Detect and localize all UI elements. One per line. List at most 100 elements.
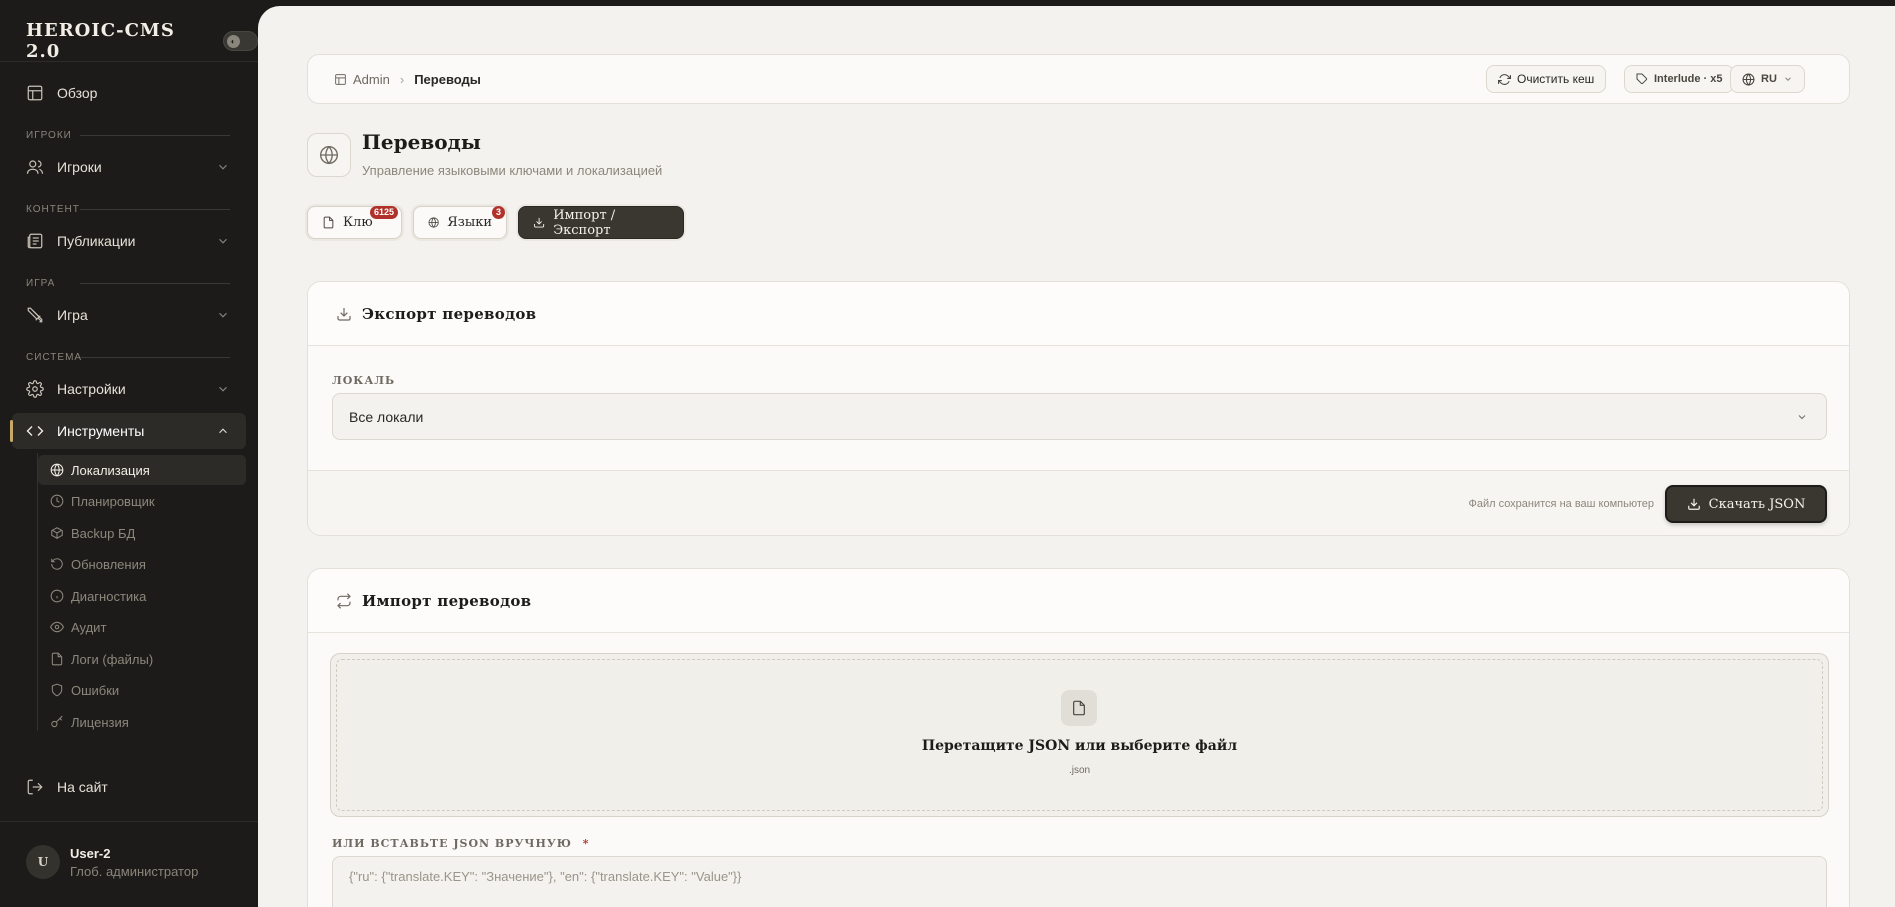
sidebar-subitem-label: Планировщик <box>71 493 155 509</box>
import-card-title: Импорт переводов <box>362 591 532 610</box>
sidebar-item-publications[interactable]: Публикации <box>12 223 246 259</box>
gear-icon <box>25 379 45 399</box>
clear-cache-label: Очистить кеш <box>1517 72 1595 86</box>
chevron-down-icon <box>219 386 227 392</box>
paste-json-label-text: ИЛИ ВСТАВЬТЕ JSON ВРУЧНУЮ <box>332 837 572 850</box>
server-selector[interactable]: Interlude · x5 <box>1624 65 1735 93</box>
chevron-right-icon: › <box>399 72 405 87</box>
sidebar-item-label: Игроки <box>57 159 102 175</box>
dashboard-icon <box>335 74 346 85</box>
theme-toggle-knob: ◐ <box>226 35 240 48</box>
shield-icon <box>50 683 64 697</box>
chevron-up-icon <box>219 428 227 434</box>
page-icon <box>307 133 351 177</box>
breadcrumb-current: Переводы <box>414 72 481 87</box>
tab-import-export[interactable]: Импорт / Экспорт <box>518 206 684 239</box>
locale-select[interactable]: Все локали <box>332 393 1827 440</box>
export-card: Экспорт переводов ЛОКАЛЬ Все локали Файл… <box>307 281 1850 536</box>
file-icon <box>1061 690 1097 726</box>
file-dropzone[interactable]: Перетащите JSON или выберите файл .json <box>330 653 1829 817</box>
globe-icon <box>1742 73 1755 86</box>
globe-icon <box>428 217 439 228</box>
sidebar-item-players[interactable]: Игроки <box>12 149 246 185</box>
chevron-down-icon <box>219 312 227 318</box>
dropzone-inner: Перетащите JSON или выберите файл .json <box>336 659 1823 811</box>
export-card-header: Экспорт переводов <box>308 282 1849 346</box>
server-label: Interlude · x5 <box>1654 73 1723 85</box>
key-icon <box>50 715 64 729</box>
sidebar-subitem-backup[interactable]: Backup БД <box>38 518 246 548</box>
sidebar: HEROIC-CMS 2.0 ◐ Обзор ИГРОКИ Игроки КОН… <box>0 0 258 907</box>
topbar: Admin › Переводы Очистить кеш Interlude … <box>307 54 1850 104</box>
json-textarea[interactable]: {"ru": {"translate.KEY": "Значение"}, "e… <box>332 856 1827 907</box>
file-icon <box>323 216 334 229</box>
user-name: User-2 <box>70 845 111 861</box>
page-subtitle: Управление языковыми ключами и локализац… <box>362 163 663 178</box>
breadcrumb-admin[interactable]: Admin <box>353 72 390 87</box>
site-link[interactable]: На сайт <box>12 769 246 805</box>
sidebar-subitem-localization[interactable]: Локализация <box>38 455 246 485</box>
language-label: RU <box>1761 73 1777 85</box>
chevron-down-icon <box>219 164 227 170</box>
globe-icon <box>50 463 64 477</box>
sidebar-item-label: Обзор <box>57 85 98 101</box>
sidebar-subitem-label: Лицензия <box>71 714 129 730</box>
sidebar-subitem-errors[interactable]: Ошибки <box>38 675 246 705</box>
logout-icon <box>25 777 45 797</box>
sidebar-divider <box>0 61 258 62</box>
sidebar-subitem-diagnostics[interactable]: Диагностика <box>38 581 246 611</box>
sidebar-subitem-scheduler[interactable]: Планировщик <box>38 486 246 516</box>
paste-json-label: ИЛИ ВСТАВЬТЕ JSON ВРУЧНУЮ * <box>332 837 590 850</box>
download-icon <box>337 307 351 321</box>
user-role: Глоб. администратор <box>70 863 199 879</box>
sidebar-subitem-label: Локализация <box>71 462 150 478</box>
tab-label: Импорт / Экспорт <box>553 207 616 238</box>
tab-label: Клю <box>343 215 373 230</box>
theme-toggle[interactable]: ◐ <box>222 31 258 51</box>
chevron-down-icon <box>1785 77 1791 81</box>
file-icon <box>50 652 64 666</box>
clear-cache-button[interactable]: Очистить кеш <box>1486 65 1607 93</box>
page-title: Переводы <box>362 130 481 154</box>
language-selector[interactable]: RU <box>1730 65 1805 93</box>
chevron-down-icon <box>1798 415 1806 420</box>
count-badge: 6125 <box>370 206 399 219</box>
export-card-title: Экспорт переводов <box>362 304 537 323</box>
refresh-icon <box>50 557 64 571</box>
newspaper-icon <box>25 231 45 251</box>
sidebar-subitem-logs[interactable]: Логи (файлы) <box>38 644 246 674</box>
dropzone-title: Перетащите JSON или выберите файл <box>921 738 1238 754</box>
sidebar-subitem-label: Обновления <box>71 556 146 572</box>
sidebar-item-label: Игра <box>57 307 88 323</box>
download-json-label: Скачать JSON <box>1708 496 1806 512</box>
required-mark: * <box>582 837 590 850</box>
app-name: HEROIC-CMS 2.0 <box>26 20 175 62</box>
code-icon <box>25 421 45 441</box>
import-card: Импорт переводов Перетащите JSON или выб… <box>307 568 1850 907</box>
section-label-system: СИСТЕМА <box>26 352 83 363</box>
sidebar-subitem-label: Аудит <box>71 619 107 635</box>
download-json-button[interactable]: Скачать JSON <box>1665 485 1827 523</box>
sidebar-subitem-license[interactable]: Лицензия <box>38 707 246 737</box>
sidebar-subitem-updates[interactable]: Обновления <box>38 549 246 579</box>
json-textarea-placeholder: {"ru": {"translate.KEY": "Значение"}, "e… <box>349 869 742 884</box>
section-label-game: ИГРА <box>26 278 56 289</box>
locale-select-value: Все локали <box>349 408 424 425</box>
info-icon <box>50 589 64 603</box>
sidebar-item-overview[interactable]: Обзор <box>12 75 246 111</box>
sidebar-subitem-audit[interactable]: Аудит <box>38 612 246 642</box>
user-block[interactable]: U User-2 Глоб. администратор <box>26 845 198 879</box>
sidebar-item-game[interactable]: Игра <box>12 297 246 333</box>
tab-languages[interactable]: Языки 3 <box>413 206 507 239</box>
tab-keys[interactable]: Клю 6125 <box>307 206 402 239</box>
sidebar-subitem-label: Диагностика <box>71 588 147 604</box>
box-icon <box>50 526 64 540</box>
swords-icon <box>25 305 45 325</box>
sidebar-item-tools[interactable]: Инструменты <box>10 413 246 449</box>
repeat-icon <box>337 592 351 609</box>
refresh-icon <box>1498 73 1511 85</box>
sidebar-subitem-label: Ошибки <box>71 682 120 698</box>
sidebar-subitem-label: Логи (файлы) <box>71 651 154 667</box>
sidebar-item-label: Публикации <box>57 233 136 249</box>
sidebar-item-settings[interactable]: Настройки <box>12 371 246 407</box>
